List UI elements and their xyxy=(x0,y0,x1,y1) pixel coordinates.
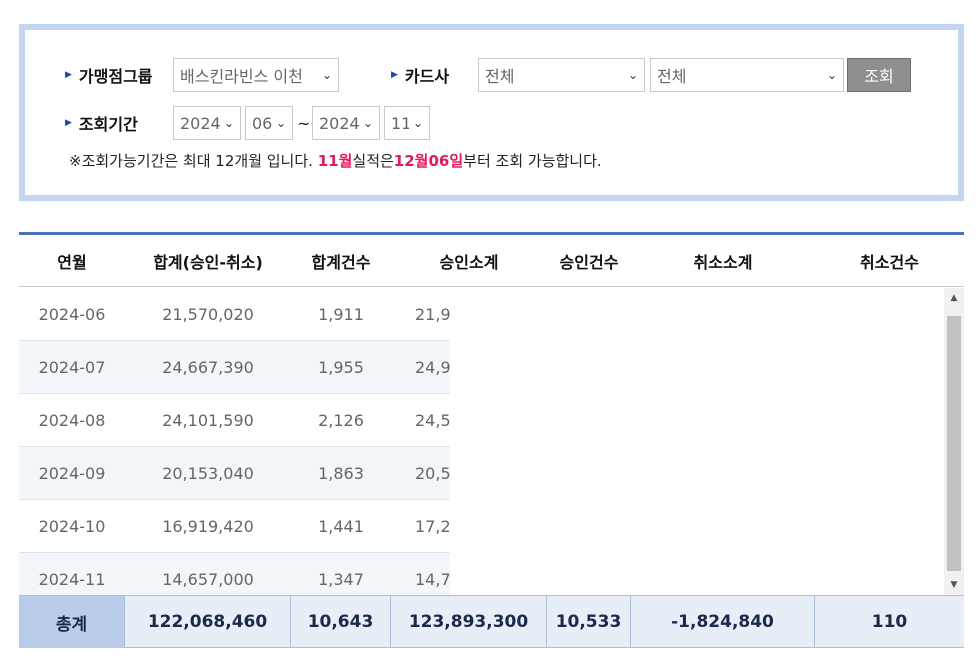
from-year-value: 2024 xyxy=(180,113,220,133)
triangle-right-icon: ▶ xyxy=(65,118,72,128)
scroll-up-icon[interactable]: ▲ xyxy=(944,288,964,308)
triangle-right-icon: ▶ xyxy=(65,70,72,80)
notice-date: 12월06일 xyxy=(393,152,464,170)
cell-approval: 14,7 xyxy=(415,569,451,589)
table-header: 연월 합계(승인-취소) 합계건수 승인소계 승인건수 취소소계 취소건수 xyxy=(19,235,964,287)
unrendered-area xyxy=(450,288,942,595)
cell-count: 2,126 xyxy=(318,410,364,430)
cell-month: 2024-06 xyxy=(38,304,106,324)
header-total-count: 합계건수 xyxy=(311,253,371,272)
from-month-value: 06 xyxy=(252,113,272,133)
cell-month: 2024-10 xyxy=(38,516,106,536)
scroll-thumb[interactable] xyxy=(947,316,961,571)
footer-cancel-count: 110 xyxy=(871,612,908,632)
card-label: ▶ 카드사 xyxy=(391,63,449,87)
notice-mid: 실적은 xyxy=(352,152,394,170)
cell-count: 1,955 xyxy=(318,357,364,377)
cell-approval: 24,9 xyxy=(415,357,451,377)
chevron-down-icon: ⌄ xyxy=(627,68,638,82)
cell-count: 1,347 xyxy=(318,569,364,589)
group-select-value: 배스킨라빈스 이천 xyxy=(180,67,303,86)
cell-count: 1,863 xyxy=(318,463,364,483)
cell-approval: 21,9 xyxy=(415,304,451,324)
to-month-value: 11 xyxy=(391,113,409,133)
period-label: ▶ 조회기간 xyxy=(65,111,138,135)
notice-prefix: ※조회가능기간은 최대 12개월 입니다. xyxy=(69,152,318,170)
footer-count: 10,643 xyxy=(291,596,391,648)
notice-suffix: 부터 조회 가능합니다. xyxy=(463,152,602,170)
cell-total: 16,919,420 xyxy=(162,516,254,536)
header-approval-count: 승인건수 xyxy=(559,253,619,272)
cell-total: 14,657,000 xyxy=(162,569,254,589)
cell-month: 2024-08 xyxy=(38,410,106,430)
group-label: ▶ 가맹점그룹 xyxy=(65,63,153,87)
header-total: 합계(승인-취소) xyxy=(153,253,263,272)
period-notice: ※조회가능기간은 최대 12개월 입니다. 11월실적은12월06일부터 조회 … xyxy=(69,150,602,171)
footer-cancel-sum: -1,824,840 xyxy=(631,596,815,648)
cell-approval: 20,5 xyxy=(415,463,451,483)
period-tilde: ~ xyxy=(297,113,311,133)
table-footer-total: 총계 122,068,460 10,643 123,893,300 10,533… xyxy=(19,595,964,648)
card-company-value: 전체 xyxy=(485,67,515,86)
cell-approval: 24,5 xyxy=(415,410,451,430)
cell-month: 2024-11 xyxy=(38,569,106,589)
to-month-select[interactable]: 11 ⌄ xyxy=(384,106,430,140)
cell-total: 21,570,020 xyxy=(162,304,254,324)
cell-total: 24,101,590 xyxy=(162,410,254,430)
footer-approval-count: 10,533 xyxy=(547,596,631,648)
footer-approval-sum: 123,893,300 xyxy=(391,596,547,648)
from-year-select[interactable]: 2024 ⌄ xyxy=(173,106,241,140)
header-cancel-count: 취소건수 xyxy=(860,253,919,272)
chevron-down-icon: ⌄ xyxy=(412,116,423,130)
triangle-right-icon: ▶ xyxy=(391,70,398,80)
to-year-value: 2024 xyxy=(319,113,359,133)
footer-total: 122,068,460 xyxy=(125,596,291,648)
header-cancel-sum: 취소소계 xyxy=(693,253,753,272)
period-label-text: 조회기간 xyxy=(78,115,138,134)
chevron-down-icon: ⌄ xyxy=(826,68,837,82)
footer-label: 총계 xyxy=(19,596,125,648)
group-label-text: 가맹점그룹 xyxy=(78,67,153,86)
search-panel: ▶ 가맹점그룹 배스킨라빈스 이천 ⌄ ▶ 카드사 전체 ⌄ 전체 ⌄ 조회 ▶… xyxy=(19,24,964,201)
header-approval-sum: 승인소계 xyxy=(439,253,499,272)
header-month: 연월 xyxy=(57,253,87,272)
from-month-select[interactable]: 06 ⌄ xyxy=(245,106,293,140)
cell-approval: 17,2 xyxy=(415,516,451,536)
card-company-select[interactable]: 전체 ⌄ xyxy=(478,58,645,92)
card-label-text: 카드사 xyxy=(404,67,450,86)
chevron-down-icon: ⌄ xyxy=(275,116,286,130)
cell-total: 20,153,040 xyxy=(162,463,254,483)
cell-total: 24,667,390 xyxy=(162,357,254,377)
card-sub-value: 전체 xyxy=(657,67,687,86)
group-select[interactable]: 배스킨라빈스 이천 ⌄ xyxy=(173,58,339,92)
vertical-scrollbar[interactable]: ▲ ▼ xyxy=(944,288,964,595)
cell-month: 2024-09 xyxy=(38,463,106,483)
notice-month: 11월 xyxy=(317,152,353,170)
chevron-down-icon: ⌄ xyxy=(362,116,373,130)
chevron-down-icon: ⌄ xyxy=(223,116,234,130)
cell-month: 2024-07 xyxy=(38,357,106,377)
search-button[interactable]: 조회 xyxy=(847,58,911,92)
cell-count: 1,911 xyxy=(318,304,364,324)
chevron-down-icon: ⌄ xyxy=(321,68,332,82)
scroll-down-icon[interactable]: ▼ xyxy=(944,575,964,595)
to-year-select[interactable]: 2024 ⌄ xyxy=(312,106,380,140)
sales-table: 연월 합계(승인-취소) 합계건수 승인소계 승인건수 취소소계 취소건수 20… xyxy=(19,232,964,648)
cell-count: 1,441 xyxy=(318,516,364,536)
table-body[interactable]: 2024-06 21,570,020 1,911 21,9 2024-07 24… xyxy=(19,288,964,595)
card-sub-select[interactable]: 전체 ⌄ xyxy=(650,58,844,92)
